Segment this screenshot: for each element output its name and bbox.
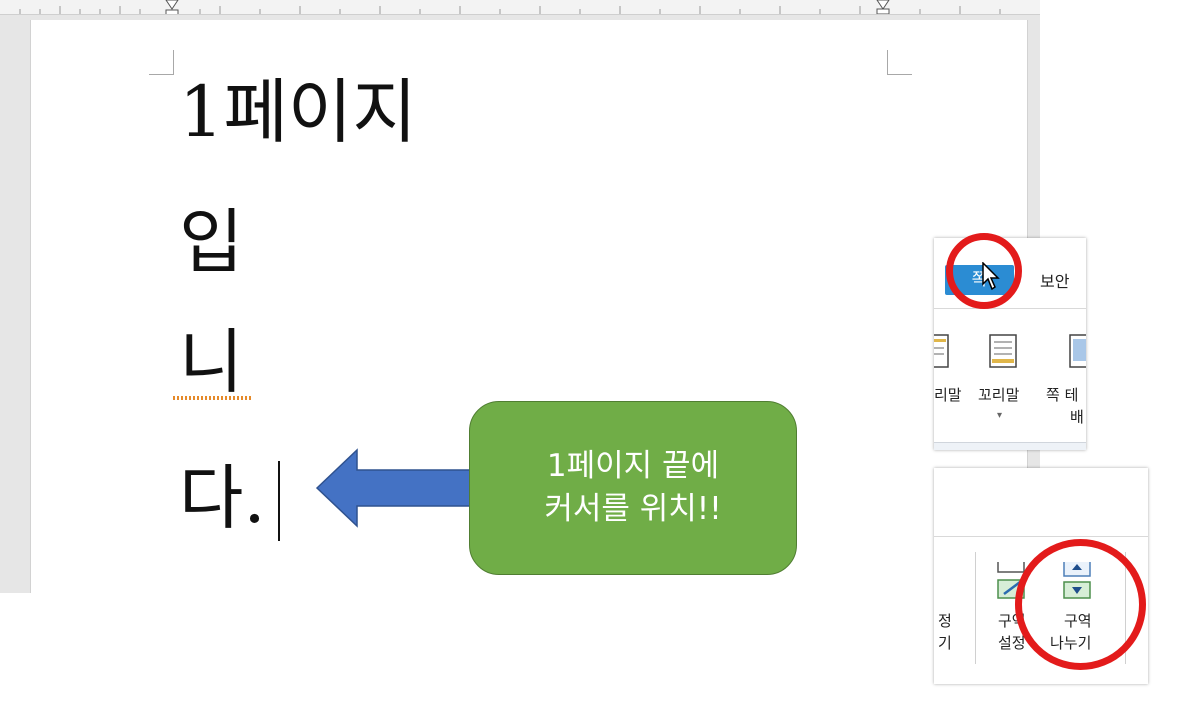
footer-dropdown-icon[interactable]: ▾ (997, 410, 1002, 421)
document-line-1[interactable]: 1페이지 (179, 72, 417, 152)
tab-security[interactable]: 보안 (1040, 268, 1069, 292)
spellcheck-underline (173, 396, 251, 400)
mouse-pointer-icon (982, 262, 1000, 291)
footer-label[interactable]: 꼬리말 (978, 384, 1019, 405)
page-theme-label-2[interactable]: 배 (1070, 406, 1084, 427)
footer-icon[interactable] (988, 334, 1018, 368)
page-theme-icon[interactable] (1068, 334, 1086, 368)
margin-corner-top-right (887, 50, 912, 75)
left-indent-marker[interactable] (165, 0, 179, 14)
partial-button-label-1[interactable]: 정 (938, 610, 952, 631)
instruction-callout: 1페이지 끝에 커서를 위치!! (469, 401, 797, 575)
document-line-4[interactable]: 다. (179, 458, 266, 538)
header-label[interactable]: 리말 (934, 384, 962, 405)
margin-corner-top-left (149, 50, 174, 75)
text-cursor (278, 461, 280, 541)
ribbon-divider (934, 536, 1148, 537)
horizontal-ruler[interactable] (0, 0, 1040, 15)
highlight-ring-section-break (1015, 539, 1146, 670)
left-arrow-icon (315, 448, 472, 528)
group-separator (975, 552, 976, 664)
callout-line-2: 커서를 위치!! (544, 491, 722, 527)
page-theme-label-1[interactable]: 쪽 테 (1046, 384, 1078, 405)
document-line-3[interactable]: 니 (179, 322, 243, 402)
section-settings-label-2[interactable]: 설정 (998, 632, 1026, 653)
callout-line-1: 1페이지 끝에 (546, 448, 720, 484)
partial-button-label-2[interactable]: 기 (938, 632, 952, 653)
ruler-ticks (19, 0, 1001, 14)
right-indent-marker[interactable] (876, 0, 890, 14)
document-line-2[interactable]: 입 (179, 202, 243, 282)
ribbon-group-footer (934, 442, 1086, 450)
header-icon[interactable] (934, 334, 950, 368)
